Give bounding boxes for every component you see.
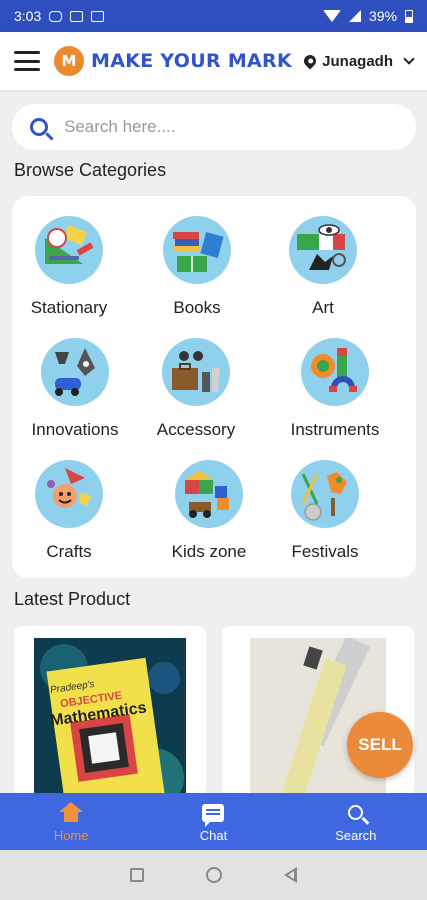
category-innovations[interactable]: Innovations [10, 338, 140, 458]
battery-icon [405, 9, 413, 23]
chat-icon [202, 803, 225, 827]
menu-icon[interactable] [14, 51, 40, 71]
status-left: 3:03 [14, 8, 105, 24]
category-accessory[interactable]: Accessory [131, 338, 261, 458]
category-art[interactable]: Art [258, 216, 388, 336]
nav-search[interactable]: Search [285, 793, 427, 850]
chevron-down-icon [403, 53, 415, 65]
location-selector[interactable]: Junagadh [301, 52, 415, 70]
accessory-icon [162, 338, 230, 406]
kids-zone-icon [175, 460, 243, 528]
category-label: Accessory [156, 420, 236, 439]
crafts-icon [35, 460, 103, 528]
status-right: 39% [322, 8, 413, 24]
category-label: Stationary [30, 298, 108, 317]
instruments-icon [301, 338, 369, 406]
system-navigation-bar [0, 850, 427, 900]
product-card[interactable]: Pradeep's OBJECTIVE Mathematics [14, 626, 206, 796]
stationary-icon [35, 216, 103, 284]
category-label: Art [312, 298, 334, 317]
status-time: 3:03 [14, 8, 42, 24]
browse-categories-title: Browse Categories [14, 160, 167, 180]
bottom-nav: Home Chat Search [0, 793, 427, 850]
category-label: Kids zone [171, 542, 247, 561]
category-label: Innovations [31, 420, 119, 439]
latest-product-title: Latest Product [14, 589, 131, 609]
categories-card: Stationary Books Art Innovations Accesso… [12, 196, 416, 578]
location-pin-icon [301, 52, 319, 70]
brand-name: MAKE YOUR MARK [91, 50, 293, 72]
category-festivals[interactable]: Festivals [260, 460, 390, 580]
search-icon [30, 118, 48, 136]
category-label: Books [173, 298, 221, 317]
category-label: Instruments [290, 420, 380, 439]
status-bar: 3:03 39% [0, 0, 427, 32]
app-bar: M MAKE YOUR MARK Junagadh [0, 32, 427, 90]
search-input[interactable] [64, 117, 364, 137]
category-label: Festivals [291, 542, 359, 561]
nav-home[interactable]: Home [0, 793, 142, 850]
category-label: Crafts [46, 542, 92, 561]
nav-label: Search [335, 827, 377, 843]
nav-label: Home [53, 827, 89, 843]
category-kids-zone[interactable]: Kids zone [144, 460, 274, 580]
books-icon [163, 216, 231, 284]
logo-letter: M [61, 52, 77, 70]
nav-label: Chat [199, 827, 228, 843]
search-bar[interactable] [12, 104, 416, 150]
wifi-icon [322, 10, 341, 22]
category-instruments[interactable]: Instruments [270, 338, 400, 458]
category-books[interactable]: Books [132, 216, 262, 336]
search-icon [348, 805, 364, 820]
sell-button[interactable]: SELL [347, 712, 413, 778]
home-icon [59, 801, 84, 822]
signal-icon [348, 10, 361, 22]
laptop-icon [91, 10, 105, 22]
art-icon [289, 216, 357, 284]
festivals-icon [291, 460, 359, 528]
location-label: Junagadh [322, 52, 393, 70]
innovations-icon [41, 338, 109, 406]
category-crafts[interactable]: Crafts [4, 460, 134, 580]
battery-percent: 39% [368, 8, 397, 24]
nav-chat[interactable]: Chat [142, 793, 284, 850]
home-circle-icon[interactable] [206, 867, 222, 883]
category-stationary[interactable]: Stationary [4, 216, 134, 336]
recent-apps-icon[interactable] [130, 868, 144, 882]
categories-grid: Stationary Books Art Innovations Accesso… [12, 196, 416, 578]
instagram-icon [49, 10, 63, 22]
brand-logo: M [54, 46, 84, 76]
back-icon[interactable] [284, 867, 297, 883]
mail-icon [70, 10, 84, 22]
